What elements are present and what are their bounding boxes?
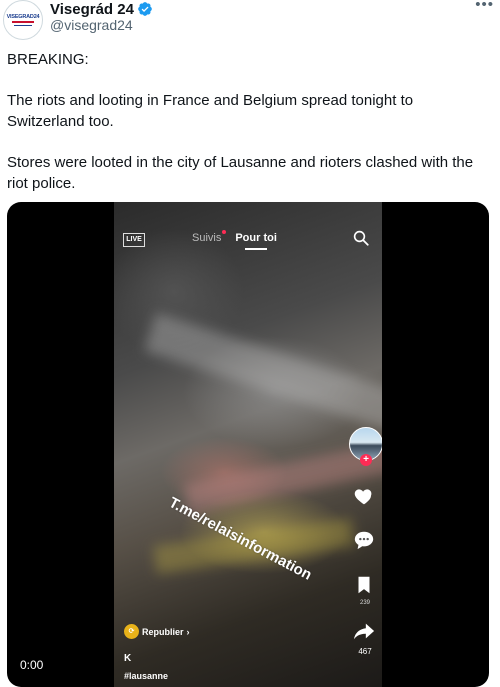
video-timestamp: 0:00 bbox=[20, 658, 44, 672]
tweet-line-breaking: BREAKING: bbox=[7, 51, 89, 68]
video-frame: LIVE Suivis Pour toi T.me/relaisinformat… bbox=[114, 202, 382, 687]
republish-icon: ⟳ bbox=[124, 624, 139, 639]
motion-blur bbox=[144, 312, 382, 432]
tweet-header: VISEGRAD24 Visegrád 24 @visegrad24 ••• bbox=[0, 0, 500, 42]
verified-badge-icon bbox=[138, 2, 152, 16]
share-icon bbox=[353, 623, 375, 640]
tab-following: Suivis bbox=[192, 230, 227, 244]
video-player[interactable]: LIVE Suivis Pour toi T.me/relaisinformat… bbox=[7, 202, 489, 687]
comment-icon bbox=[354, 531, 374, 550]
search-icon bbox=[353, 230, 369, 246]
handle[interactable]: @visegrad24 bbox=[50, 17, 133, 33]
avatar-logo-stripe bbox=[12, 21, 34, 23]
more-options-icon[interactable]: ••• bbox=[475, 0, 494, 12]
live-icon: LIVE bbox=[123, 233, 145, 247]
active-tab-underline bbox=[245, 248, 267, 250]
chevron-right-icon: › bbox=[186, 626, 190, 637]
avatar-logo-text: VISEGRAD24 bbox=[6, 14, 40, 20]
display-name[interactable]: Visegrád 24 bbox=[50, 1, 134, 18]
avatar-logo-stripe-2 bbox=[14, 25, 32, 26]
name-row: Visegrád 24 bbox=[50, 0, 153, 18]
follow-plus-icon: + bbox=[360, 454, 372, 466]
tab-for-you: Pour toi bbox=[235, 232, 277, 250]
tab-for-you-label: Pour toi bbox=[235, 232, 277, 244]
save-count: 239 bbox=[359, 600, 370, 606]
hashtag: #lausanne bbox=[124, 671, 169, 681]
tweet-line-stores: Stores were looted in the city of Lausan… bbox=[7, 154, 474, 192]
heart-icon bbox=[354, 489, 372, 505]
republish-label: Republier bbox=[142, 626, 184, 637]
notification-dot bbox=[222, 230, 227, 234]
republish-chip: ⟳ Republier › bbox=[124, 624, 190, 639]
share-count: 467 bbox=[358, 647, 372, 656]
tab-following-label: Suivis bbox=[192, 232, 222, 244]
tweet-line-riots: The riots and looting in France and Belg… bbox=[7, 92, 414, 130]
tweet-text: BREAKING: The riots and looting in Franc… bbox=[7, 49, 491, 194]
bookmark-icon bbox=[358, 576, 370, 594]
avatar[interactable]: VISEGRAD24 bbox=[3, 0, 43, 40]
creator-username: K bbox=[124, 653, 132, 664]
tiktok-feed-tabs: Suivis Pour toi bbox=[192, 230, 277, 250]
